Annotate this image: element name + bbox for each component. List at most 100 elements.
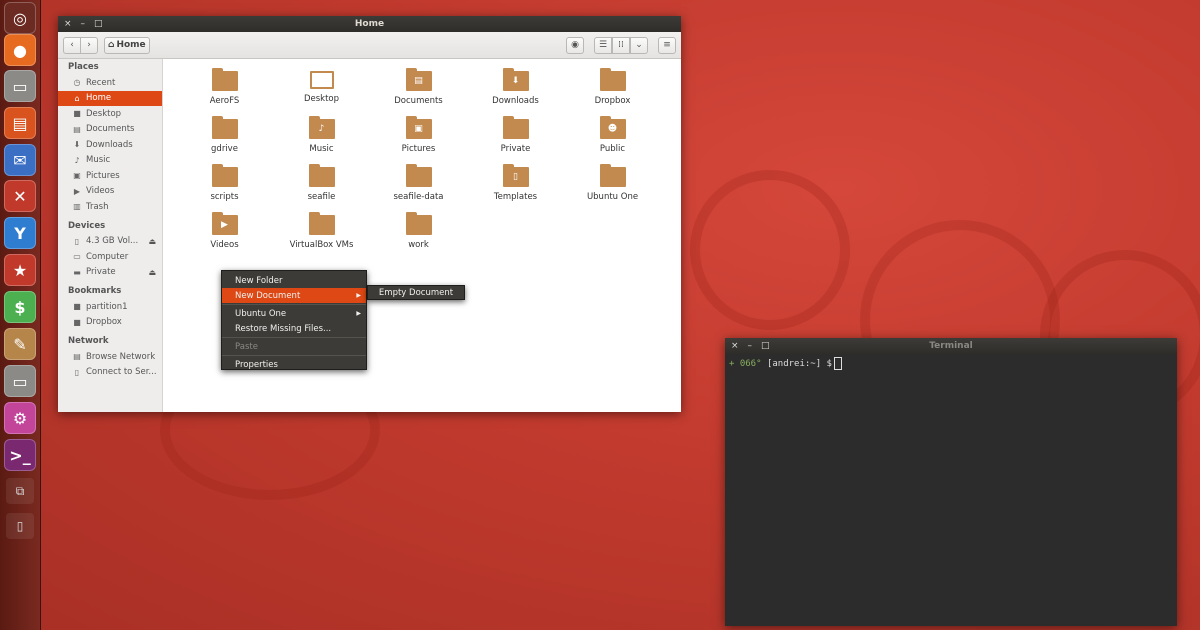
- sidebar-item-label: Videos: [86, 186, 115, 197]
- sidebar-item-computer[interactable]: ▭ Computer: [58, 249, 162, 265]
- firefox-icon[interactable]: ●: [4, 34, 36, 66]
- sidebar-item-documents[interactable]: ▤ Documents: [58, 122, 162, 138]
- messaging-icon[interactable]: ✉: [4, 144, 36, 176]
- file-item[interactable]: work: [370, 209, 467, 257]
- unity-launcher: ◎ ● ▭ ▤ ✉ ✕ Y ★ $ ✎ ▭ ⚙ >_ ⧉ ▯: [0, 0, 41, 630]
- close-icon[interactable]: ×: [731, 341, 739, 351]
- file-item[interactable]: Desktop: [273, 65, 370, 113]
- menu-item-ubuntu-one[interactable]: Ubuntu One ▶: [222, 306, 366, 321]
- terminal-body[interactable]: + 066° [andrei:~] $: [725, 354, 1177, 373]
- folder-icon: [308, 212, 335, 235]
- sidebar-item-label: Browse Network: [86, 351, 156, 362]
- file-item[interactable]: ☻ Public: [564, 113, 661, 161]
- sidebar-item-pictures[interactable]: ▣ Pictures: [58, 168, 162, 184]
- folder-icon: [308, 164, 335, 187]
- folder-icon: ■: [73, 109, 81, 119]
- folder-icon: ■: [73, 317, 81, 327]
- sidebar-item-videos[interactable]: ▶ Videos: [58, 184, 162, 200]
- text-editor-icon[interactable]: ✎: [4, 328, 36, 360]
- files-icon[interactable]: ▭: [4, 70, 36, 102]
- folder-icon: [211, 116, 238, 139]
- tools-icon[interactable]: ✕: [4, 180, 36, 212]
- file-label: Dropbox: [594, 96, 631, 106]
- eye-icon[interactable]: ◉: [566, 36, 584, 54]
- maximize-icon[interactable]: □: [94, 19, 103, 29]
- file-item[interactable]: seafile-data: [370, 161, 467, 209]
- chevron-down-icon[interactable]: ⌄: [630, 36, 648, 54]
- file-item[interactable]: seafile: [273, 161, 370, 209]
- file-item[interactable]: Ubuntu One: [564, 161, 661, 209]
- sidebar-header-bookmarks: Bookmarks: [68, 286, 122, 296]
- eject-icon[interactable]: ⏏: [148, 268, 156, 277]
- sidebar-item-private[interactable]: ▬ Private ⏏: [58, 265, 162, 281]
- sidebar-item-connect-server[interactable]: ▯ Connect to Ser...: [58, 365, 162, 381]
- device-icon[interactable]: ▯: [6, 513, 34, 539]
- bookmark-icon[interactable]: ★: [4, 254, 36, 286]
- file-item[interactable]: gdrive: [176, 113, 273, 161]
- submenu-empty-document[interactable]: Empty Document: [367, 285, 465, 300]
- maximize-icon[interactable]: □: [761, 341, 770, 351]
- sidebar-item-desktop[interactable]: ■ Desktop: [58, 106, 162, 122]
- files-icon[interactable]: ▭: [4, 365, 36, 397]
- computer-icon: ▭: [73, 252, 81, 262]
- file-label: Ubuntu One: [586, 192, 639, 202]
- folder-icon: ▣: [405, 116, 432, 139]
- workspaces-icon[interactable]: ⧉: [6, 478, 34, 504]
- sidebar-item-trash[interactable]: ▥ Trash: [58, 199, 162, 215]
- menu-item-new-folder[interactable]: New Folder: [222, 273, 366, 288]
- file-item[interactable]: ⬇ Downloads: [467, 65, 564, 113]
- file-item[interactable]: scripts: [176, 161, 273, 209]
- terminal-title: Terminal: [929, 341, 973, 351]
- file-item[interactable]: Dropbox: [564, 65, 661, 113]
- sidebar-item-label: Connect to Ser...: [86, 367, 157, 378]
- file-item[interactable]: Private: [467, 113, 564, 161]
- menu-item-properties[interactable]: Properties: [222, 357, 366, 372]
- file-item[interactable]: ▯ Templates: [467, 161, 564, 209]
- file-item[interactable]: VirtualBox VMs: [273, 209, 370, 257]
- folder-icon: [211, 164, 238, 187]
- minimize-icon[interactable]: –: [748, 341, 753, 351]
- sidebar-item-home[interactable]: ⌂ Home: [58, 90, 162, 106]
- sidebar-item-label: Trash: [86, 201, 109, 212]
- file-label: Music: [309, 144, 334, 154]
- sidebar-item-downloads[interactable]: ⬇ Downloads: [58, 137, 162, 153]
- menu-item-new-document[interactable]: New Document ▶: [222, 288, 366, 303]
- ubuntu-logo-icon[interactable]: ◎: [4, 2, 36, 34]
- software-center-icon[interactable]: ▤: [4, 107, 36, 139]
- back-button[interactable]: ‹: [63, 36, 81, 54]
- folder-icon: [599, 68, 626, 91]
- eject-icon[interactable]: ⏏: [148, 237, 156, 246]
- location-home-button[interactable]: ⌂ Home: [104, 36, 150, 54]
- folder-icon: ♪: [308, 116, 335, 139]
- menu-icon[interactable]: ≡: [658, 36, 676, 54]
- file-item[interactable]: ▣ Pictures: [370, 113, 467, 161]
- file-item[interactable]: AeroFS: [176, 65, 273, 113]
- grid-view-icon[interactable]: ⁞⁞: [612, 36, 630, 54]
- sidebar-item-dropbox[interactable]: ■ Dropbox: [58, 315, 162, 331]
- sidebar-item-partition1[interactable]: ■ partition1: [58, 299, 162, 315]
- list-view-icon[interactable]: ☰: [594, 36, 612, 54]
- minimize-icon[interactable]: –: [81, 19, 86, 29]
- file-label: work: [408, 240, 429, 250]
- sidebar-item-recent[interactable]: ◷ Recent: [58, 75, 162, 91]
- terminal-icon[interactable]: >_: [4, 439, 36, 471]
- submenu-arrow-icon: ▶: [356, 310, 361, 317]
- sidebar-item-music[interactable]: ♪ Music: [58, 153, 162, 169]
- menu-item-restore[interactable]: Restore Missing Files...: [222, 321, 366, 336]
- sidebar-item-browse-network[interactable]: ▤ Browse Network: [58, 349, 162, 365]
- sidebar-item-volume[interactable]: ▯ 4.3 GB Vol... ⏏: [58, 234, 162, 250]
- settings-icon[interactable]: ⚙: [4, 402, 36, 434]
- file-item[interactable]: ♪ Music: [273, 113, 370, 161]
- file-label: AeroFS: [209, 96, 240, 106]
- file-label: Videos: [210, 240, 239, 250]
- sidebar-item-label: Computer: [86, 251, 129, 262]
- sidebar-item-label: Dropbox: [86, 317, 122, 328]
- close-icon[interactable]: ×: [64, 19, 72, 29]
- files-window: × – □ Home ‹ › ⌂ Home ◉ ☰ ⁞⁞ ⌄ ≡ Places …: [58, 16, 681, 412]
- file-item[interactable]: ▶ Videos: [176, 209, 273, 257]
- money-icon[interactable]: $: [4, 291, 36, 323]
- forward-button[interactable]: ›: [80, 36, 98, 54]
- folder-icon: ▤: [405, 68, 432, 91]
- file-item[interactable]: ▤ Documents: [370, 65, 467, 113]
- yahoo-icon[interactable]: Y: [4, 217, 36, 249]
